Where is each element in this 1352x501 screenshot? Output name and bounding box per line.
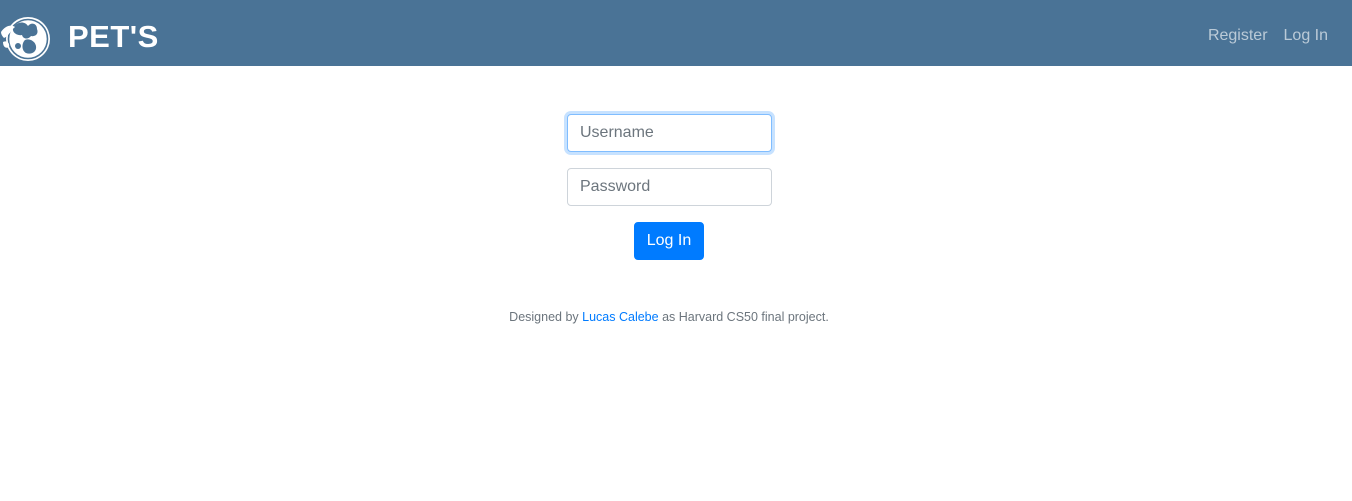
brand-name: PET'S	[68, 19, 159, 54]
password-input[interactable]	[567, 168, 772, 206]
nav-links: Register Log In	[1208, 25, 1328, 47]
author-link[interactable]: Lucas Calebe	[582, 310, 658, 324]
footer-prefix: Designed by	[509, 310, 583, 324]
login-nav-link[interactable]: Log In	[1284, 25, 1328, 47]
username-input[interactable]	[567, 114, 772, 152]
pets-logo-icon	[1, 17, 50, 61]
footer: Designed by Lucas Calebe as Harvard CS50…	[0, 308, 1338, 326]
top-navbar: PET'S Register Log In	[0, 0, 1352, 66]
login-submit-button[interactable]: Log In	[634, 222, 704, 260]
footer-suffix: as Harvard CS50 final project.	[658, 310, 829, 324]
register-link[interactable]: Register	[1208, 25, 1268, 47]
